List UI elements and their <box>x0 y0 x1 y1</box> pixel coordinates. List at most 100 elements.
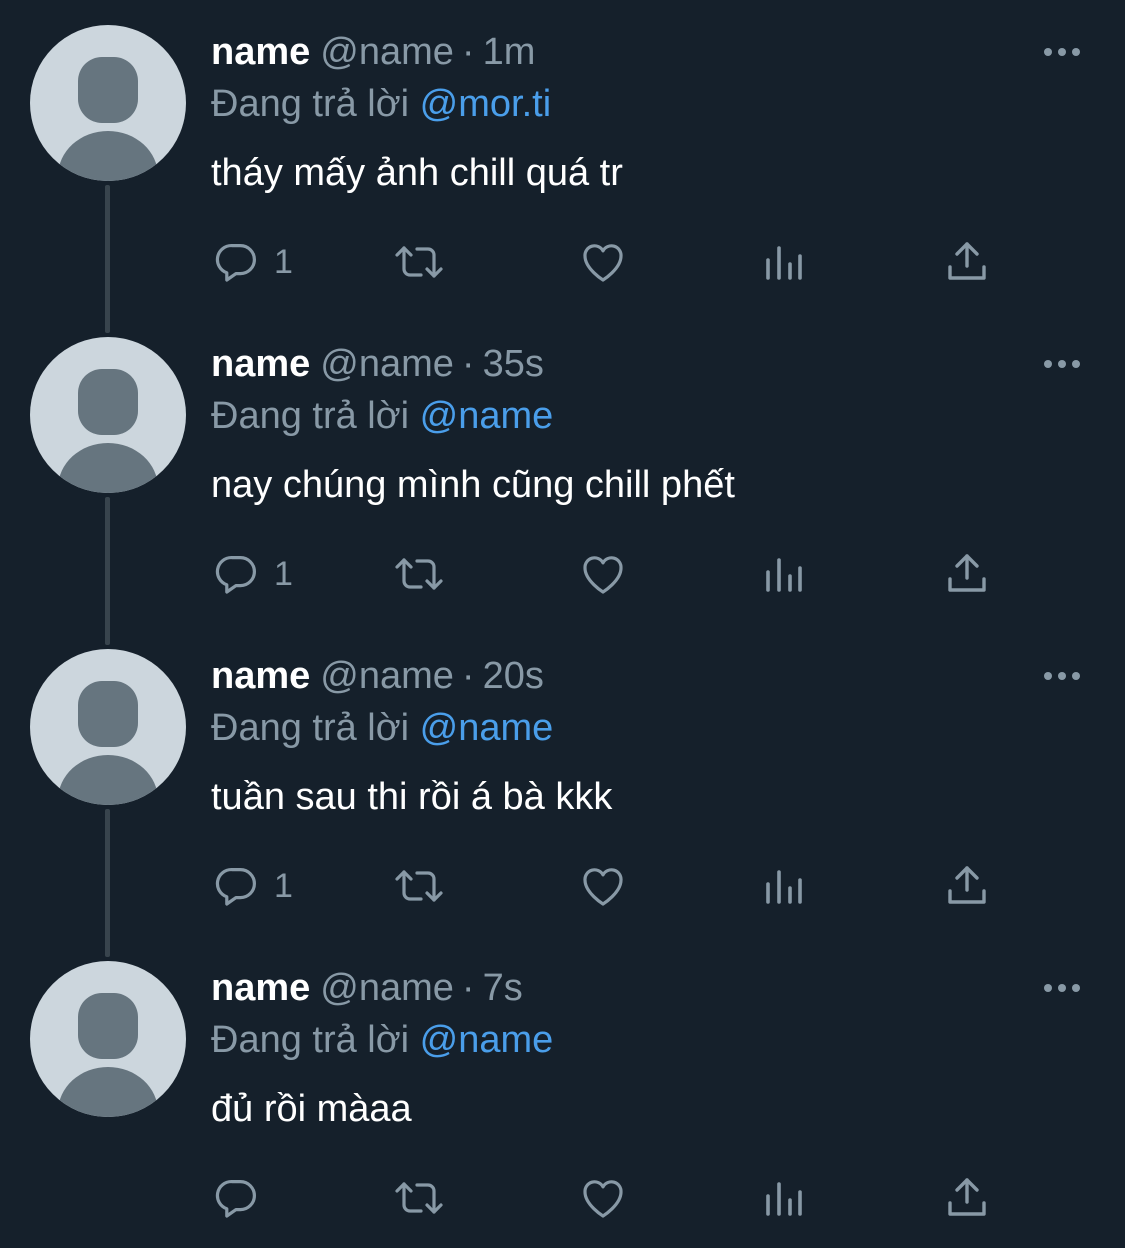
avatar-body-shape <box>58 443 158 493</box>
views-button[interactable] <box>762 548 806 600</box>
replying-to-mention[interactable]: @name <box>420 1019 554 1061</box>
tweet[interactable]: name @name · 35s Đang trả lời @name nay chú… <box>0 312 1125 645</box>
separator-dot: · <box>461 655 475 697</box>
share-button[interactable] <box>944 236 990 288</box>
views-icon <box>766 558 802 592</box>
share-button[interactable] <box>944 860 990 912</box>
retweet-icon <box>395 1182 443 1214</box>
views-button[interactable] <box>762 236 806 288</box>
user-handle[interactable]: @name <box>320 343 454 385</box>
more-icon <box>1058 360 1066 368</box>
more-icon <box>1072 360 1080 368</box>
views-button[interactable] <box>762 860 806 912</box>
share-button[interactable] <box>944 548 990 600</box>
tweet-header: name @name · 7s <box>211 966 523 1010</box>
tweet-text: tháy mấy ảnh chill quá tr <box>211 152 623 194</box>
tweet[interactable]: name @name · 1m Đang trả lời @mor.ti tháy m… <box>0 0 1125 333</box>
more-icon <box>1044 984 1052 992</box>
tweet-actions <box>0 1172 1125 1224</box>
display-name[interactable]: name <box>211 967 310 1009</box>
avatar-head-shape <box>78 993 138 1059</box>
timestamp[interactable]: 1m <box>483 31 536 73</box>
tweet-header: name @name · 1m <box>211 30 535 74</box>
share-icon <box>948 1178 986 1216</box>
avatar[interactable] <box>30 25 186 181</box>
retweet-icon <box>395 870 443 902</box>
avatar-head-shape <box>78 369 138 435</box>
like-button[interactable] <box>578 548 628 600</box>
tweet[interactable]: name @name · 7s Đang trả lời @name đủ rồi m… <box>0 936 1125 1248</box>
more-icon <box>1072 984 1080 992</box>
reply-button[interactable] <box>212 1172 274 1224</box>
avatar-body-shape <box>58 131 158 181</box>
like-button[interactable] <box>578 236 628 288</box>
retweet-button[interactable] <box>392 236 446 288</box>
display-name[interactable]: name <box>211 655 310 697</box>
reply-button[interactable]: 1 <box>212 236 293 288</box>
replying-to: Đang trả lời @name <box>211 1018 553 1062</box>
display-name[interactable]: name <box>211 343 310 385</box>
more-icon <box>1072 672 1080 680</box>
avatar[interactable] <box>30 649 186 805</box>
share-icon <box>948 554 986 592</box>
reply-count: 1 <box>274 555 293 593</box>
retweet-button[interactable] <box>392 860 446 912</box>
retweet-icon <box>395 246 443 278</box>
views-icon <box>766 870 802 904</box>
display-name[interactable]: name <box>211 31 310 73</box>
more-options-button[interactable] <box>1040 354 1084 374</box>
reply-icon <box>215 243 256 282</box>
retweet-button[interactable] <box>392 1172 446 1224</box>
views-icon <box>766 1182 802 1216</box>
replying-to-mention[interactable]: @name <box>420 707 554 749</box>
reply-button[interactable]: 1 <box>212 860 293 912</box>
like-icon <box>583 244 623 282</box>
more-options-button[interactable] <box>1040 978 1084 998</box>
tweet[interactable]: name @name · 20s Đang trả lời @name tuần sa… <box>0 624 1125 957</box>
retweet-button[interactable] <box>392 548 446 600</box>
more-icon <box>1044 48 1052 56</box>
replying-to: Đang trả lời @mor.ti <box>211 82 551 126</box>
more-options-button[interactable] <box>1040 666 1084 686</box>
reply-thread: name @name · 1m Đang trả lời @mor.ti tháy m… <box>0 0 1125 1248</box>
like-button[interactable] <box>578 860 628 912</box>
like-button[interactable] <box>578 1172 628 1224</box>
replying-to-mention[interactable]: @mor.ti <box>420 83 551 125</box>
more-options-button[interactable] <box>1040 42 1084 62</box>
reply-count: 1 <box>274 243 293 281</box>
more-icon <box>1072 48 1080 56</box>
timestamp[interactable]: 20s <box>483 655 544 697</box>
user-handle[interactable]: @name <box>320 655 454 697</box>
replying-to-label: Đang trả lời <box>211 707 410 749</box>
views-button[interactable] <box>762 1172 806 1224</box>
avatar-head-shape <box>78 681 138 747</box>
replying-to-mention[interactable]: @name <box>420 395 554 437</box>
replying-to-label: Đang trả lời <box>211 1019 410 1061</box>
avatar[interactable] <box>30 337 186 493</box>
reply-icon <box>215 555 256 594</box>
more-icon <box>1058 48 1066 56</box>
tweet-header: name @name · 20s <box>211 654 544 698</box>
reply-button[interactable]: 1 <box>212 548 293 600</box>
separator-dot: · <box>461 31 475 73</box>
tweet-text: đủ rồi màaa <box>211 1088 412 1130</box>
timestamp[interactable]: 7s <box>483 967 523 1009</box>
reply-icon <box>215 1179 256 1218</box>
share-icon <box>948 866 986 904</box>
more-icon <box>1058 984 1066 992</box>
replying-to-label: Đang trả lời <box>211 83 410 125</box>
avatar[interactable] <box>30 961 186 1117</box>
user-handle[interactable]: @name <box>320 967 454 1009</box>
avatar-body-shape <box>58 1067 158 1117</box>
timestamp[interactable]: 35s <box>483 343 544 385</box>
replying-to: Đang trả lời @name <box>211 706 553 750</box>
tweet-header: name @name · 35s <box>211 342 544 386</box>
reply-icon <box>215 867 256 906</box>
separator-dot: · <box>461 967 475 1009</box>
share-button[interactable] <box>944 1172 990 1224</box>
more-icon <box>1044 360 1052 368</box>
user-handle[interactable]: @name <box>320 31 454 73</box>
retweet-icon <box>395 558 443 590</box>
more-icon <box>1058 672 1066 680</box>
tweet-text: nay chúng mình cũng chill phết <box>211 464 735 506</box>
